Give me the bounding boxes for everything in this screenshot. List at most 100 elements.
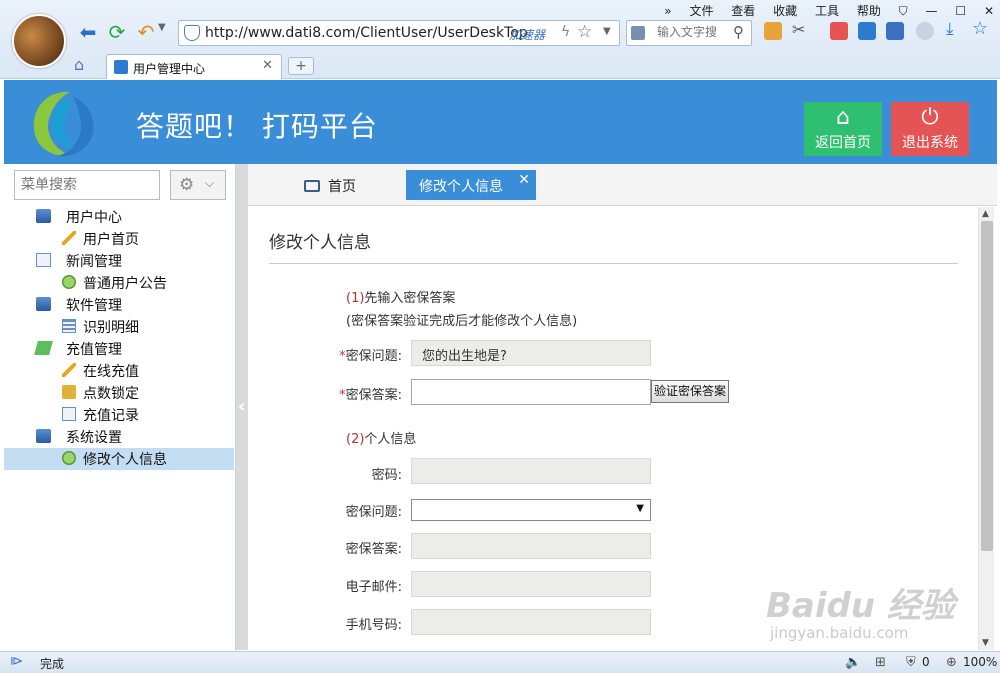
question2-label: 密保问题: xyxy=(345,505,402,520)
section-2-title: 个人信息 xyxy=(364,432,417,447)
sidebar-item-label: 充值管理 xyxy=(66,342,122,358)
menu-item-view[interactable]: 查看 xyxy=(731,4,755,18)
browser-tab-title: 用户管理中心 xyxy=(133,62,206,76)
sidebar-item-software[interactable]: 软件管理 xyxy=(4,294,234,316)
sidebar-item-news[interactable]: 新闻管理 xyxy=(4,250,234,272)
search-engine-icon[interactable] xyxy=(631,26,645,40)
list-icon xyxy=(62,319,76,333)
menu-item-favorites[interactable]: 收藏 xyxy=(773,4,797,18)
sidebar-item-user-home[interactable]: 用户首页 xyxy=(4,228,234,250)
address-bar[interactable]: http://www.dati8.com/ClientUser/UserDesk… xyxy=(178,20,620,46)
speaker-icon[interactable]: 🔈 xyxy=(845,655,861,670)
collapse-arrow-icon[interactable]: ‹ xyxy=(238,396,245,417)
menu-item-file[interactable]: 文件 xyxy=(689,4,713,18)
sidebar-item-recharge[interactable]: 充值管理 xyxy=(4,338,234,360)
blocked-count: 0 xyxy=(922,655,930,669)
sidebar: ⚙ ⌵ 用户中心 用户首页 新闻管理 普通用户公告 软件管理 识别明细 充值管理… xyxy=(4,164,236,650)
sidebar-item-announcement[interactable]: 普通用户公告 xyxy=(4,272,234,294)
sidebar-item-system-settings[interactable]: 系统设置 xyxy=(4,426,234,448)
tab-edit-profile-label: 修改个人信息 xyxy=(419,179,503,195)
tab-home[interactable]: 首页 xyxy=(304,176,356,196)
zoom-icon[interactable]: ⊕ xyxy=(946,655,957,670)
money-icon xyxy=(34,341,53,355)
undo-icon[interactable]: ↶ xyxy=(134,20,158,44)
tab-edit-profile[interactable]: 修改个人信息 ✕ xyxy=(406,170,536,200)
pencil-icon xyxy=(62,231,76,245)
browser-search-box[interactable]: ⚲ xyxy=(626,20,752,46)
zoom-level[interactable]: 100% xyxy=(963,655,997,669)
document-icon xyxy=(36,253,51,267)
url-text[interactable]: http://www.dati8.com/ClientUser/UserDesk… xyxy=(205,25,528,41)
logout-button[interactable]: ⏻ 退出系统 xyxy=(891,102,969,156)
more-icon[interactable] xyxy=(916,22,934,40)
scroll-thumb[interactable] xyxy=(981,221,993,551)
shirt-icon[interactable]: ⛉ xyxy=(899,4,908,18)
security-answer-input[interactable] xyxy=(411,379,651,405)
book-icon xyxy=(304,180,320,192)
close-icon[interactable]: ✕ xyxy=(984,4,994,18)
sidebar-item-recharge-records[interactable]: 充值记录 xyxy=(4,404,234,426)
favorites-icon[interactable] xyxy=(764,22,782,40)
star-icon[interactable]: ☆ xyxy=(577,22,592,42)
sidebar-item-points-lock[interactable]: 点数锁定 xyxy=(4,382,234,404)
app-header: 答题吧！ 打码平台 ⌂ 返回首页 ⏻ 退出系统 xyxy=(4,80,997,164)
sidebar-item-user-center[interactable]: 用户中心 xyxy=(4,206,234,228)
answer-label-text: 密保答案: xyxy=(345,388,402,403)
verify-answer-button[interactable]: 验证密保答案 xyxy=(651,380,729,403)
scroll-up-icon[interactable]: ▲ xyxy=(982,209,989,219)
favicon-icon xyxy=(114,60,128,74)
translate-icon[interactable] xyxy=(830,22,848,40)
question-label: *密保问题: xyxy=(252,345,402,364)
security-answer2-field xyxy=(411,533,651,559)
maximize-icon[interactable]: ☐ xyxy=(955,4,966,18)
menu-search-input[interactable] xyxy=(14,170,160,200)
new-tab-button[interactable]: + xyxy=(288,57,314,75)
content-tab-bar: 首页 修改个人信息 ✕ xyxy=(248,164,997,206)
settings-dropdown[interactable]: ⚙ ⌵ xyxy=(170,170,226,200)
gear-icon: ⚙ xyxy=(179,175,195,195)
search-icon[interactable]: ⚲ xyxy=(733,23,744,41)
chevron-down-icon[interactable]: ▼ xyxy=(603,26,611,37)
chevron-down-icon[interactable]: ▼ xyxy=(158,22,166,33)
sidebar-item-online-recharge[interactable]: 在线充值 xyxy=(4,360,234,382)
security-question-select[interactable]: ▼ xyxy=(411,499,651,521)
download-icon[interactable]: ⤓ xyxy=(946,19,964,39)
pencil-icon xyxy=(62,363,76,377)
scissors-icon[interactable]: ✂ xyxy=(792,20,810,39)
sidebar-item-label: 充值记录 xyxy=(83,408,139,424)
tab-home-label: 首页 xyxy=(328,179,356,195)
section-1-title: 先输入密保答案 xyxy=(364,291,456,306)
network-icon[interactable]: ⊞ xyxy=(875,655,886,670)
return-home-button[interactable]: ⌂ 返回首页 xyxy=(804,102,882,156)
refresh-icon[interactable]: ⟳ xyxy=(105,20,129,44)
minimize-icon[interactable]: — xyxy=(926,4,938,18)
sidebar-toggle-icon[interactable]: ⧐ xyxy=(10,654,23,669)
bolt-icon[interactable]: ϟ xyxy=(561,24,570,40)
browser-menu: » 文件 查看 收藏 工具 帮助 ⛉ — ☐ ✕ xyxy=(650,2,994,18)
watermark-logo: Baidu 经验 xyxy=(766,586,955,626)
menu-item-more[interactable]: » xyxy=(664,4,671,18)
back-arrow-icon[interactable]: ⬅ xyxy=(76,20,100,44)
close-icon[interactable]: ✕ xyxy=(518,172,530,188)
sidebar-splitter[interactable]: ‹ xyxy=(236,164,248,650)
shield-icon[interactable]: ⛨ xyxy=(906,655,916,670)
browser-tab-active[interactable]: 用户管理中心 ✕ xyxy=(106,54,282,79)
sidebar-item-label: 修改个人信息 xyxy=(83,452,167,468)
sidebar-item-label: 识别明细 xyxy=(83,320,139,336)
email-label: 电子邮件: xyxy=(345,580,402,595)
close-icon[interactable]: ✕ xyxy=(262,58,273,73)
question-label-text: 密保问题: xyxy=(345,349,402,364)
answer-label: *密保答案: xyxy=(252,384,402,403)
home-icon[interactable]: ⌂ xyxy=(74,55,84,74)
zoom-tool-icon[interactable] xyxy=(858,22,876,40)
sidebar-item-label: 用户首页 xyxy=(83,232,139,248)
menu-item-tools[interactable]: 工具 xyxy=(815,4,839,18)
sidebar-item-recognition[interactable]: 识别明细 xyxy=(4,316,234,338)
star-icon[interactable]: ☆ xyxy=(972,18,990,39)
watermark-url: jingyan.baidu.com xyxy=(770,624,909,642)
browser-search-input[interactable] xyxy=(657,25,731,39)
accelerator-label[interactable]: 加速器 xyxy=(509,26,545,43)
menu-item-help[interactable]: 帮助 xyxy=(857,4,881,18)
sidebar-item-edit-profile[interactable]: 修改个人信息 xyxy=(4,448,234,470)
shield-tool-icon[interactable] xyxy=(886,22,904,40)
